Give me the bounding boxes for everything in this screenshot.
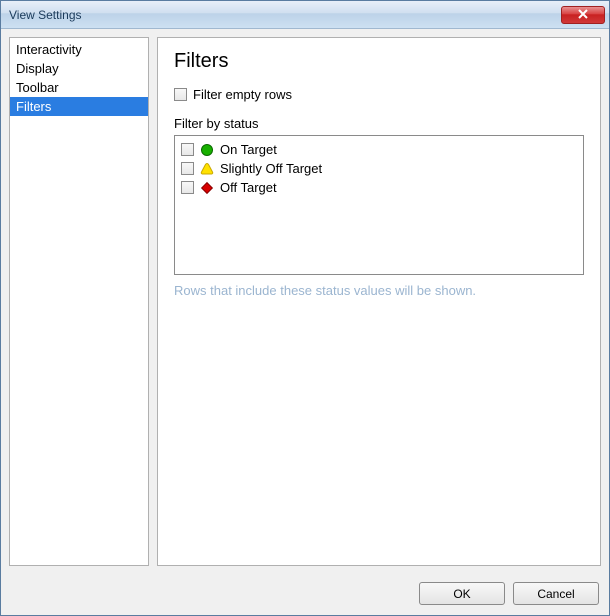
status-hint: Rows that include these status values wi… — [174, 283, 584, 298]
status-label: Off Target — [220, 180, 277, 195]
dialog-footer: OK Cancel — [1, 574, 609, 615]
window-title: View Settings — [9, 8, 561, 22]
page-title: Filters — [174, 50, 584, 73]
titlebar[interactable]: View Settings — [1, 1, 609, 29]
filter-empty-rows-checkbox[interactable] — [174, 88, 187, 101]
cancel-button[interactable]: Cancel — [513, 582, 599, 605]
sidebar-item-filters[interactable]: Filters — [10, 97, 148, 116]
status-item-slightly-off-target[interactable]: Slightly Off Target — [181, 159, 577, 178]
sidebar-item-toolbar[interactable]: Toolbar — [10, 78, 148, 97]
main-panel: Filters Filter empty rows Filter by stat… — [157, 37, 601, 566]
view-settings-dialog: View Settings Interactivity Display Tool… — [0, 0, 610, 616]
sidebar-item-interactivity[interactable]: Interactivity — [10, 40, 148, 59]
sidebar: Interactivity Display Toolbar Filters — [9, 37, 149, 566]
sidebar-item-display[interactable]: Display — [10, 59, 148, 78]
status-list: On Target Slightly Off Target Off Target — [174, 135, 584, 275]
status-checkbox-slightly-off[interactable] — [181, 162, 194, 175]
filter-by-status-label: Filter by status — [174, 116, 584, 131]
circle-green-icon — [200, 143, 214, 157]
triangle-yellow-icon — [200, 162, 214, 176]
close-icon — [578, 8, 588, 22]
status-checkbox-on-target[interactable] — [181, 143, 194, 156]
filter-empty-rows-row: Filter empty rows — [174, 87, 584, 102]
ok-button[interactable]: OK — [419, 582, 505, 605]
status-item-on-target[interactable]: On Target — [181, 140, 577, 159]
status-item-off-target[interactable]: Off Target — [181, 178, 577, 197]
filter-empty-rows-label: Filter empty rows — [193, 87, 292, 102]
dialog-content: Interactivity Display Toolbar Filters Fi… — [1, 29, 609, 574]
status-label: Slightly Off Target — [220, 161, 322, 176]
status-label: On Target — [220, 142, 277, 157]
diamond-red-icon — [200, 181, 214, 195]
status-checkbox-off-target[interactable] — [181, 181, 194, 194]
close-button[interactable] — [561, 6, 605, 24]
